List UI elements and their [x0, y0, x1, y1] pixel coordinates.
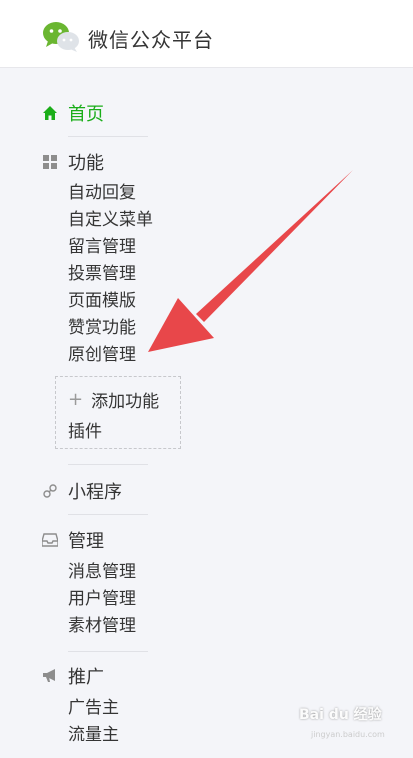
- watermark-logo: Bai du 经验: [299, 707, 382, 723]
- watermark-url: jingyan.baidu.com: [311, 730, 385, 739]
- annotation-arrow: [148, 170, 353, 352]
- watermark: Bai du 经验 jingyan.baidu.com: [295, 700, 403, 746]
